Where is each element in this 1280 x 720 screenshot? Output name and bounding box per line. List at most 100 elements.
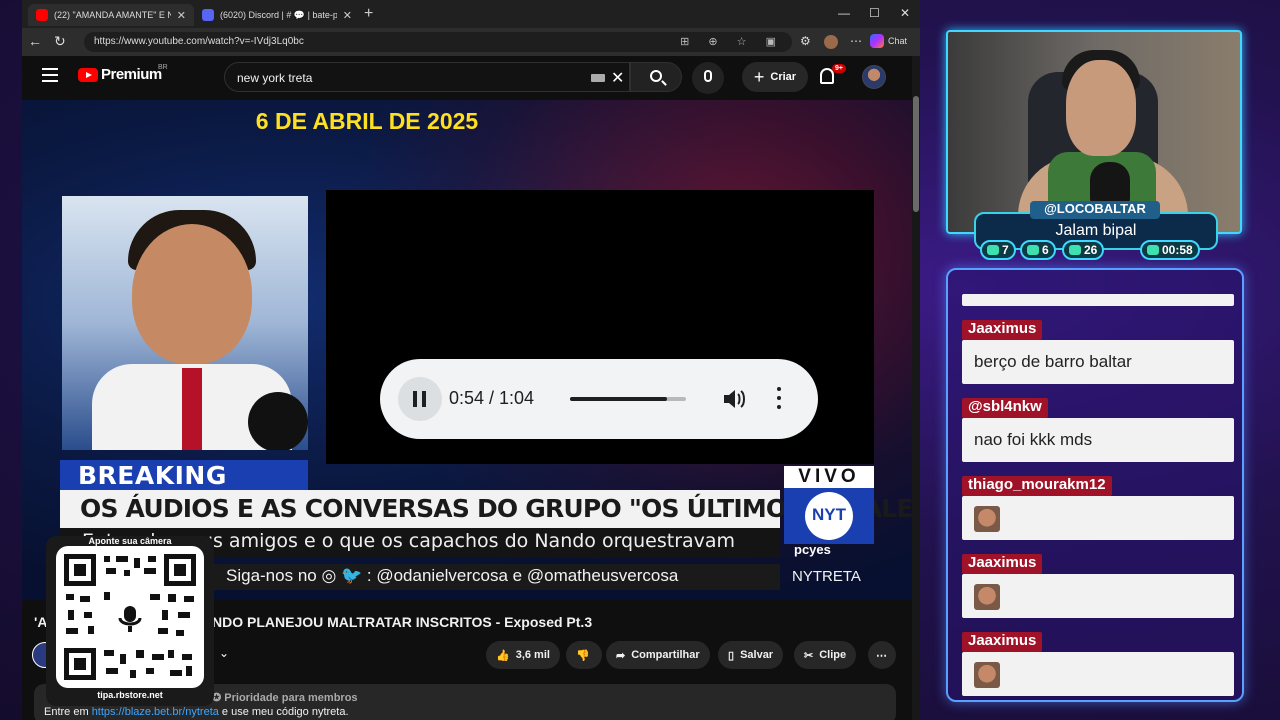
chevron-down-icon[interactable]: ⌄ [219, 646, 229, 660]
notification-badge: 9+ [832, 64, 846, 73]
chat-message: nao foi kkk mds [962, 418, 1234, 462]
audio-player[interactable]: 0:54 / 1:04 [380, 359, 818, 439]
close-tab-icon[interactable]: ✕ [177, 9, 186, 22]
extension-icon[interactable]: ⚙ [800, 34, 811, 48]
audio-seek-bar[interactable] [570, 397, 686, 401]
chat-username: @sbl4nkw [962, 398, 1048, 418]
close-window-icon[interactable]: ✕ [900, 6, 910, 20]
url-field[interactable]: https://www.youtube.com/watch?v=-IVdj3Lq… [84, 32, 792, 52]
search-button[interactable] [630, 62, 682, 92]
youtube-logo-icon[interactable] [78, 68, 98, 82]
tab-youtube[interactable]: (22) "AMANDA AMANTE" E NANDO ✕ [28, 4, 194, 26]
nyt-logo-icon: NYT [805, 492, 853, 540]
youtube-premium-logo[interactable]: Premium [101, 66, 162, 83]
search-value: new york treta [237, 71, 313, 85]
region-code: BR [158, 64, 168, 71]
stat-youtube-count: 6 [1020, 240, 1056, 260]
members-priority-label: ✪ Prioridade para membros [212, 692, 358, 704]
clear-search-icon[interactable]: ✕ [611, 68, 624, 88]
qr-card [56, 546, 204, 688]
qr-code-overlay: Aponte sua câmera tipa.rbstore.net [46, 536, 214, 706]
page-scrollbar[interactable] [912, 56, 920, 720]
account-avatar[interactable] [862, 65, 886, 89]
news-headline-bar: OS ÁUDIOS E AS CONVERSAS DO GRUPO "OS ÚL… [60, 490, 912, 528]
chat-panel: Jaaximus berço de barro baltar @sbl4nkw … [946, 268, 1244, 702]
microphone-icon [704, 70, 712, 82]
scrollbar-thumb[interactable] [913, 96, 919, 212]
maximize-icon[interactable]: ☐ [869, 6, 880, 20]
stat-chat-count: 7 [980, 240, 1016, 260]
chat-message-partial [962, 294, 1234, 306]
hamburger-menu-icon[interactable] [42, 68, 58, 82]
close-tab-icon[interactable]: ✕ [343, 9, 352, 22]
emote-icon [974, 506, 1000, 532]
tab-title: (6020) Discord | # 💬 | bate-papo [220, 9, 337, 20]
more-options-icon[interactable]: ⋯ [850, 34, 862, 48]
emote-icon [974, 662, 1000, 688]
save-button[interactable]: ▯ Salvar [718, 641, 784, 669]
dislike-button[interactable]: 👎 [566, 641, 602, 669]
save-label: Salvar [740, 649, 774, 661]
nyt-logo-box: NYT [784, 488, 874, 544]
share-icon: ➦ [616, 649, 626, 662]
tab-discord[interactable]: (6020) Discord | # 💬 | bate-papo ✕ [194, 4, 360, 26]
qr-code-image [64, 554, 196, 680]
audio-more-options-icon[interactable] [777, 387, 781, 409]
search-input[interactable]: new york treta ✕ [224, 62, 630, 92]
profile-avatar-icon[interactable] [824, 35, 838, 49]
qr-top-label: Aponte sua câmera [88, 536, 172, 546]
bookmark-icon: ▯ [728, 649, 735, 662]
social-handles: Siga-nos no ◎ 🐦 : @odanielvercosa e @oma… [226, 566, 679, 585]
youtube-header: Premium BR new york treta ✕ + Criar 9+ [22, 56, 912, 100]
copilot-chat-button[interactable]: Chat [870, 34, 907, 48]
keyboard-icon[interactable] [591, 74, 605, 82]
video-date: 6 DE ABRIL DE 2025 [255, 108, 479, 134]
breaking-news-banner: BREAKING NEWS [60, 460, 308, 519]
clip-label: Clipe [819, 649, 847, 661]
create-button[interactable]: + Criar [742, 62, 808, 92]
description-text: Entre em https://blaze.bet.br/nytreta e … [44, 706, 349, 718]
live-label: VIVO [798, 466, 860, 487]
minimize-icon[interactable]: — [838, 6, 850, 20]
video-player[interactable]: 6 DE ABRIL DE 2025 0:54 / 1:04 BREAKING … [22, 100, 912, 600]
share-button[interactable]: ➦ Compartilhar [606, 641, 710, 669]
clip-button[interactable]: ✂ Clipe [794, 641, 857, 669]
like-count: 3,6 mil [515, 649, 550, 661]
voice-search-button[interactable] [692, 62, 724, 94]
plus-icon: + [753, 66, 765, 87]
chat-username: thiago_mourakm12 [962, 476, 1112, 496]
like-button[interactable]: 👍 3,6 mil [486, 641, 560, 669]
thumbs-down-icon: 👎 [576, 649, 590, 662]
back-icon[interactable]: ← [28, 33, 42, 49]
search-icon [650, 70, 662, 82]
chat-username: Jaaximus [962, 554, 1043, 574]
video-date-banner: 6 DE ABRIL DE 2025 [22, 108, 912, 135]
share-label: Compartilhar [631, 649, 700, 661]
url-actions-icon[interactable]: ⊞ ⊕ ☆ ▣ [680, 35, 784, 48]
copilot-icon [870, 34, 884, 48]
live-tag: VIVO [784, 466, 874, 488]
pause-button[interactable] [398, 377, 442, 421]
youtube-icon [1027, 245, 1039, 255]
clock-icon [1147, 245, 1159, 255]
more-actions-button[interactable]: ⋯ [868, 641, 896, 669]
chat-message [962, 496, 1234, 540]
stat-viewers-count: 26 [1062, 240, 1105, 260]
chat-message: berço de barro baltar [962, 340, 1234, 384]
tab-title: (22) "AMANDA AMANTE" E NANDO [54, 10, 171, 20]
volume-icon[interactable] [722, 387, 748, 411]
video-title: NDO PLANEJOU MALTRATAR INSCRITOS - Expos… [212, 614, 593, 630]
new-tab-button[interactable]: + [364, 5, 373, 23]
address-bar-row: ← ↻ https://www.youtube.com/watch?v=-IVd… [22, 28, 920, 56]
reload-icon[interactable]: ↻ [54, 33, 66, 50]
host-camera-feed [62, 196, 308, 450]
emote-icon [974, 584, 1000, 610]
chat-username: Jaaximus [962, 320, 1043, 340]
description-link[interactable]: https://blaze.bet.br/nytreta [92, 706, 219, 718]
channel-tag: NYTRETA [792, 568, 861, 585]
chat-label: Chat [888, 36, 908, 46]
audio-time: 0:54 / 1:04 [449, 388, 535, 408]
chat-message [962, 652, 1234, 696]
stat-uptime: 00:58 [1140, 240, 1200, 260]
streamer-username: @LOCOBALTAR [1030, 201, 1160, 219]
